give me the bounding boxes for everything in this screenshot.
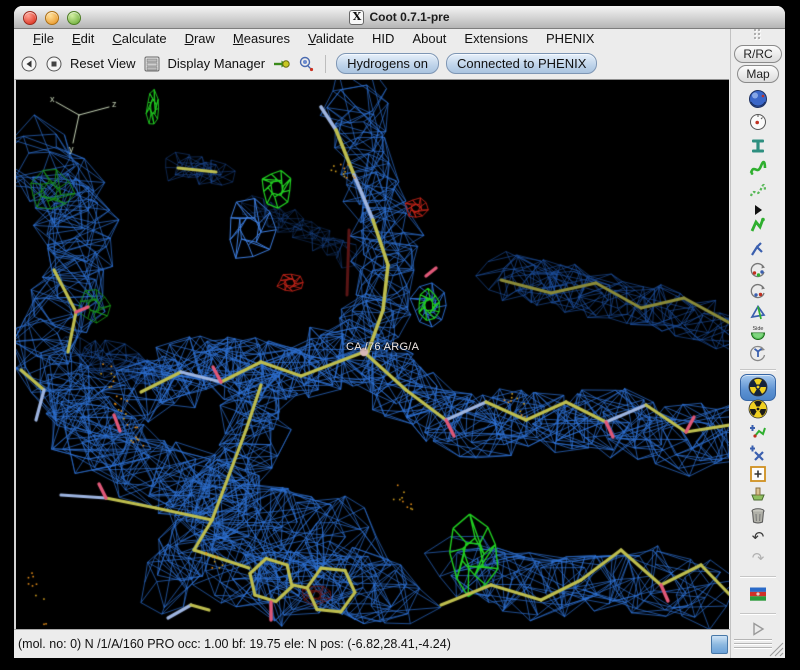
edit-chi-angles-button[interactable] xyxy=(731,260,785,280)
status-text: (mol. no: 0) N /1/A/160 PRO occ: 1.00 bf… xyxy=(18,637,451,652)
back-view-icon[interactable] xyxy=(20,55,38,73)
accept-reject-icon xyxy=(753,622,765,636)
display-manager-button[interactable]: Display Manager xyxy=(168,56,266,71)
graphics-viewport[interactable]: CA /76 ARG/A xyxy=(14,78,729,630)
rotamers-icon xyxy=(751,242,763,256)
rigid-body-fit-icon xyxy=(752,139,765,153)
rotate-translate-zone-icon xyxy=(749,160,767,175)
rotamers-button[interactable] xyxy=(731,239,785,259)
view-sphere-button[interactable] xyxy=(731,89,785,109)
menu-draw[interactable]: Draw xyxy=(176,29,224,48)
add-residue-icon xyxy=(750,425,767,438)
delete-item-button[interactable] xyxy=(731,506,785,526)
view-sphere-icon xyxy=(749,90,768,108)
rotate-translate-zone-button[interactable] xyxy=(731,159,785,179)
molecule-chooser-icon[interactable] xyxy=(297,55,315,73)
reso-recontour-button[interactable]: R/RC xyxy=(731,44,785,64)
redo-button[interactable]: ↷ xyxy=(731,548,785,568)
recentre-icon xyxy=(750,114,767,130)
hydrogens-toggle-button[interactable]: Hydrogens on xyxy=(336,53,440,75)
toolbar-separator xyxy=(325,54,327,73)
resize-grip[interactable] xyxy=(766,639,784,657)
side-chain-180-degree-icon: Side xyxy=(751,326,766,340)
run-refmac-button[interactable] xyxy=(731,584,785,604)
side-chain-180-degree-button[interactable]: Side xyxy=(731,324,785,344)
reset-view-button[interactable]: Reset View xyxy=(70,56,136,71)
run-refmac-icon xyxy=(750,587,767,601)
place-atom-icon xyxy=(750,466,766,482)
zoom-button[interactable] xyxy=(67,11,81,25)
menu-edit[interactable]: Edit xyxy=(63,29,103,48)
minimize-button[interactable] xyxy=(45,11,59,25)
add-alt-conf-icon xyxy=(748,399,768,419)
menu-bar: File Edit Calculate Draw Measures Validate HID… xyxy=(14,29,731,49)
status-scrollbar[interactable] xyxy=(711,635,729,655)
add-atom-at-pointer-icon xyxy=(750,445,764,461)
delete-item-icon xyxy=(751,508,765,524)
undo-button[interactable]: ↶ xyxy=(731,527,785,547)
window-controls xyxy=(23,11,81,25)
menu-hid[interactable]: HID xyxy=(363,29,403,48)
fill-partial-residues-button[interactable] xyxy=(731,485,785,505)
go-to-atom-icon[interactable] xyxy=(272,55,290,73)
toolbar-separator xyxy=(740,369,777,370)
close-button[interactable] xyxy=(23,11,37,25)
add-residue-button[interactable] xyxy=(731,421,785,441)
flip-peptide-icon xyxy=(750,304,766,320)
accept-reject-button[interactable] xyxy=(731,619,785,639)
torsion-general-button[interactable] xyxy=(731,281,785,301)
menu-file[interactable]: File xyxy=(24,29,63,48)
rotate-translate-button[interactable] xyxy=(731,182,785,202)
flip-peptide-button[interactable] xyxy=(731,303,785,323)
add-atom-at-pointer-button[interactable] xyxy=(731,443,785,463)
svg-text:↷: ↷ xyxy=(752,549,765,567)
undo-icon: ↶ xyxy=(752,528,765,546)
edit-chi-angles-icon xyxy=(750,262,766,278)
mutate-residue-button[interactable] xyxy=(731,344,785,364)
status-bar: (mol. no: 0) N /1/A/160 PRO occ: 1.00 bf… xyxy=(14,629,731,658)
toolbar-grip[interactable] xyxy=(731,25,785,45)
mutate-residue-icon xyxy=(750,345,766,362)
title-bar[interactable]: X Coot 0.7.1-pre xyxy=(14,6,785,29)
menu-extensions[interactable]: Extensions xyxy=(455,29,537,48)
phenix-connection-button[interactable]: Connected to PHENIX xyxy=(446,53,598,75)
auto-fit-rotamer-icon xyxy=(750,217,765,232)
svg-text:↶: ↶ xyxy=(752,528,765,546)
toolbar-separator xyxy=(740,576,777,577)
menu-about[interactable]: About xyxy=(403,29,455,48)
menu-measures[interactable]: Measures xyxy=(224,29,299,48)
window-title-text: Coot 0.7.1-pre xyxy=(369,10,450,24)
torsion-general-icon xyxy=(750,283,766,299)
menu-calculate[interactable]: Calculate xyxy=(103,29,175,48)
radiation-icon xyxy=(748,377,768,397)
place-atom-button[interactable] xyxy=(731,464,785,484)
menu-validate[interactable]: Validate xyxy=(299,29,363,48)
add-alt-conf-button[interactable] xyxy=(731,399,785,419)
svg-text:Side: Side xyxy=(753,326,764,332)
toolbar: Reset View Display Manager Hydrogens on … xyxy=(14,48,731,79)
redo-icon: ↷ xyxy=(752,549,765,567)
x11-icon: X xyxy=(349,9,365,25)
recentre-view-icon[interactable] xyxy=(45,55,63,73)
display-manager-icon[interactable] xyxy=(143,55,161,73)
electron-density-canvas[interactable] xyxy=(16,79,729,629)
add-terminal-residue-button[interactable] xyxy=(731,373,785,401)
map-button[interactable]: Map xyxy=(731,64,785,84)
auto-fit-rotamer-button[interactable] xyxy=(731,215,785,235)
toolbar-separator xyxy=(740,613,777,614)
model-fit-refine-toolbar: R/RC Map Side ↶ ↷ xyxy=(730,29,785,658)
rigid-body-fit-button[interactable] xyxy=(731,136,785,156)
recentre-button[interactable] xyxy=(731,112,785,132)
window-title: X Coot 0.7.1-pre xyxy=(349,9,450,25)
menu-phenix[interactable]: PHENIX xyxy=(537,29,603,48)
coot-window: X Coot 0.7.1-pre File Edit Calculate Draw Me… xyxy=(14,6,785,658)
rotate-translate-icon xyxy=(750,183,767,197)
fill-partial-residues-icon xyxy=(751,487,765,501)
